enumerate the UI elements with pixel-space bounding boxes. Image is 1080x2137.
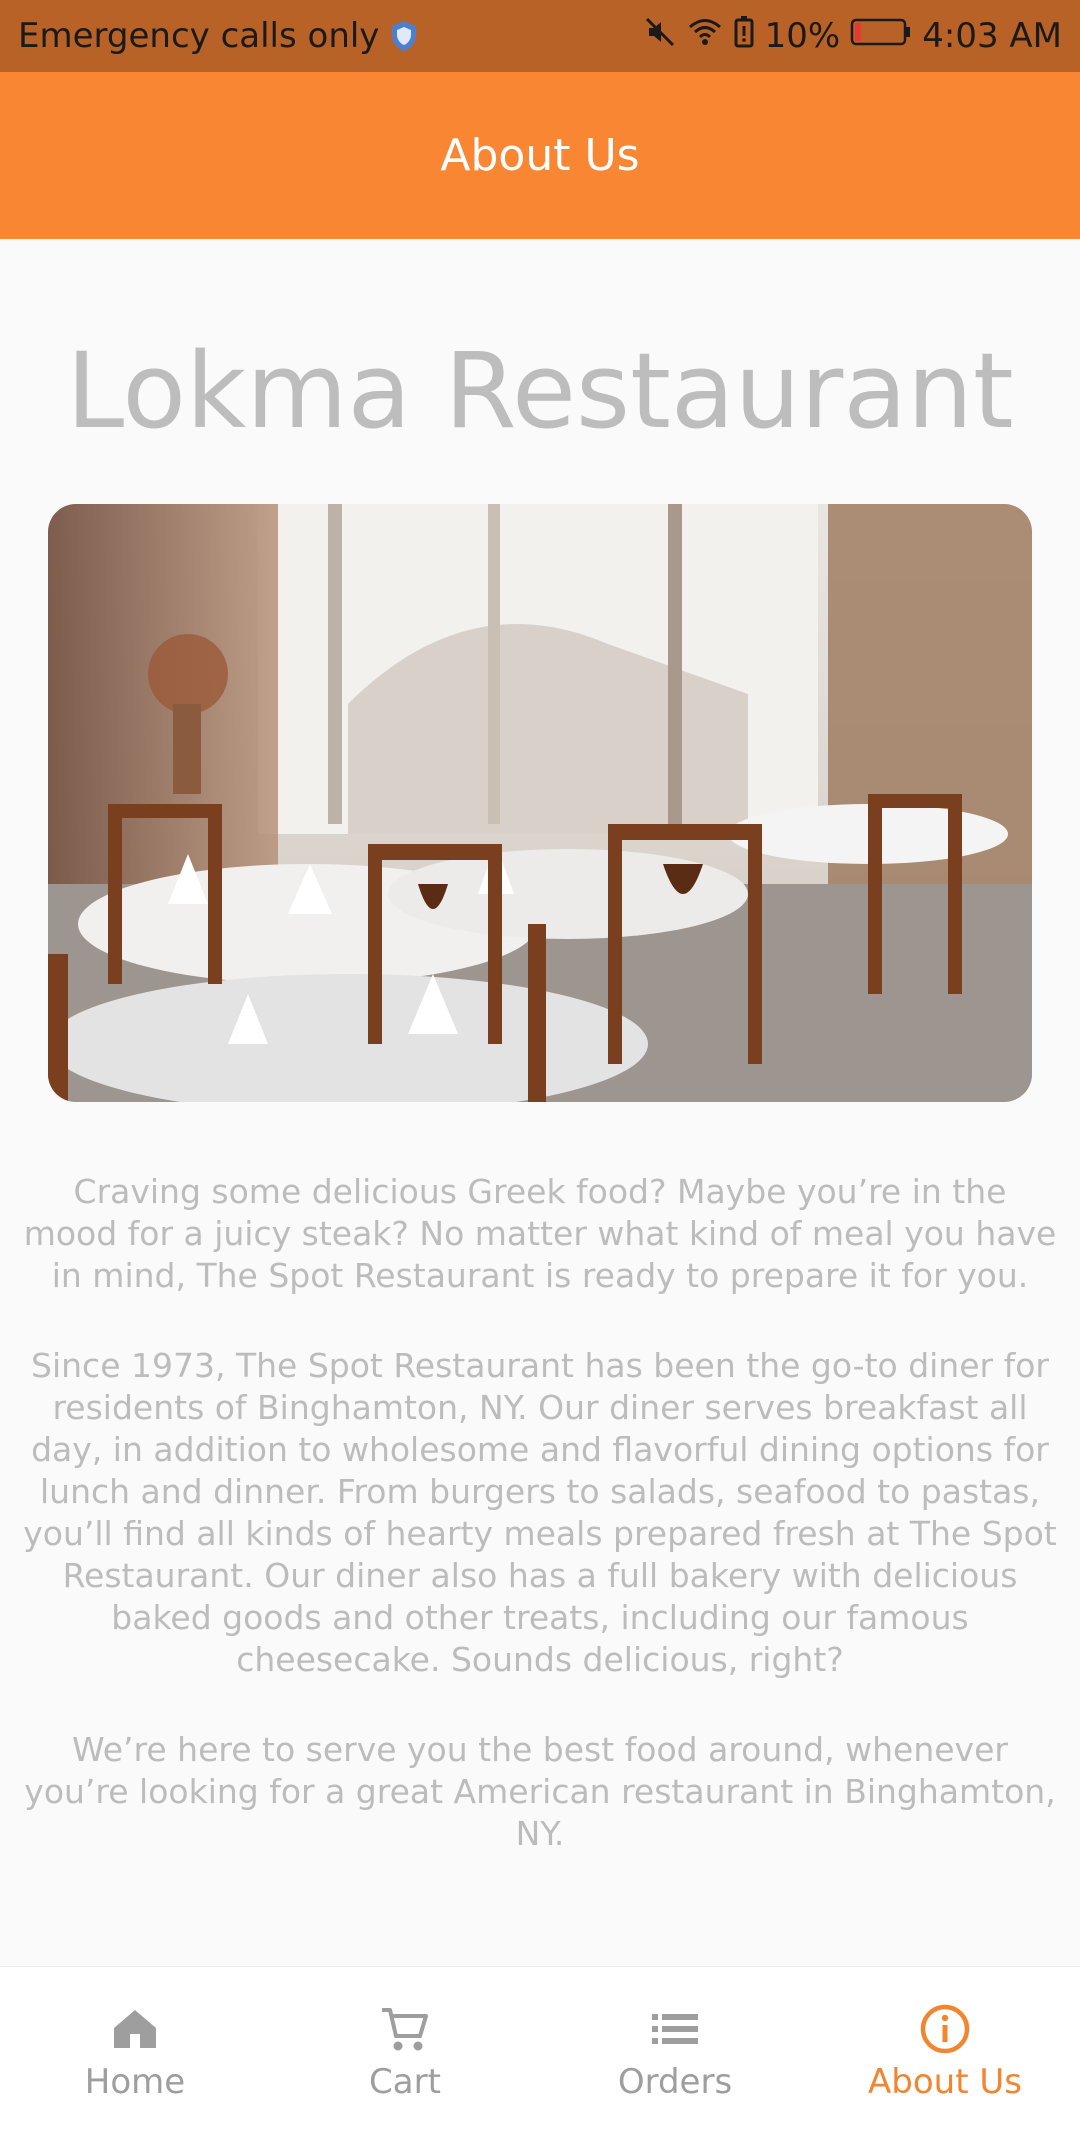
info-icon [918, 2002, 972, 2056]
cart-icon [378, 2002, 432, 2056]
wifi-icon [687, 15, 723, 58]
nav-home[interactable]: Home [0, 1967, 270, 2137]
about-paragraph: We’re here to serve you the best food ar… [24, 1730, 1056, 1853]
restaurant-name: Lokma Restaurant [66, 330, 1014, 452]
battery-percent: 10% [764, 16, 841, 56]
status-left: Emergency calls only [18, 16, 419, 56]
nav-cart-label: Cart [369, 2062, 441, 2102]
nav-orders[interactable]: Orders [540, 1967, 810, 2137]
clock: 4:03 AM [922, 16, 1062, 56]
restaurant-photo [48, 504, 1032, 1102]
battery-saver-icon [733, 15, 755, 58]
nav-cart[interactable]: Cart [270, 1967, 540, 2137]
about-paragraph: Craving some delicious Greek food? Maybe… [23, 1172, 1057, 1295]
mute-icon [643, 15, 677, 58]
about-description: Craving some delicious Greek food? Maybe… [22, 1171, 1058, 1903]
list-icon [648, 2002, 702, 2056]
nav-orders-label: Orders [617, 2062, 733, 2102]
shield-icon [389, 19, 419, 53]
carrier-text: Emergency calls only [18, 16, 380, 56]
status-right: 10% 4:03 AM [643, 15, 1062, 58]
bottom-navigation: Home Cart Orders About Us [0, 1966, 1080, 2137]
status-bar: Emergency calls only 10% 4:03 AM [0, 0, 1080, 72]
nav-about-us[interactable]: About Us [810, 1967, 1080, 2137]
nav-about-us-label: About Us [868, 2062, 1022, 2102]
battery-icon [850, 16, 912, 56]
page-title: About Us [440, 130, 640, 181]
about-paragraph: Since 1973, The Spot Restaurant has been… [23, 1346, 1057, 1679]
home-icon [108, 2002, 162, 2056]
app-bar: About Us [0, 72, 1080, 239]
about-content[interactable]: Lokma Restaurant Craving some delicious … [0, 239, 1080, 1966]
nav-home-label: Home [84, 2062, 186, 2102]
